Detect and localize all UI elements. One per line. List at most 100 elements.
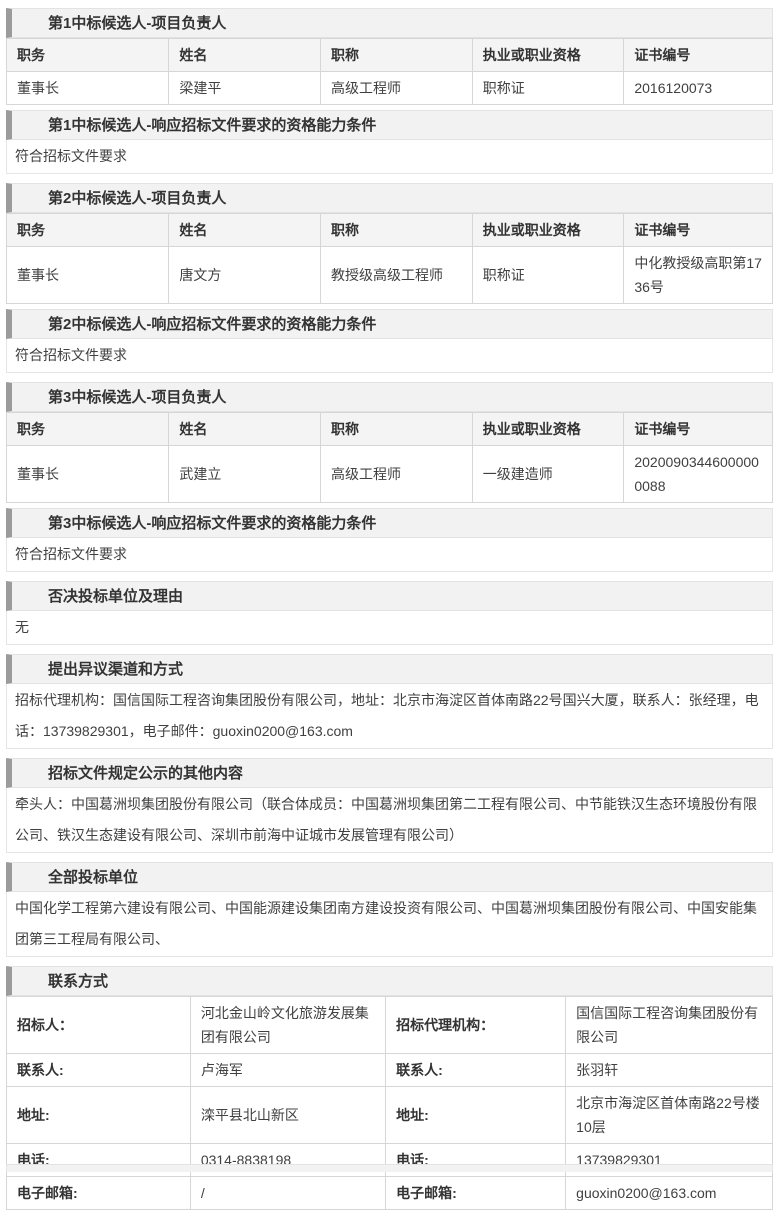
section-title: 否决投标单位及理由	[48, 588, 183, 605]
section-content: 符合招标文件要求	[6, 339, 773, 373]
contact-value-email-2: guoxin0200@163.com	[566, 1177, 773, 1210]
cell-title: 高级工程师	[321, 72, 473, 105]
section-title: 全部投标单位	[48, 869, 138, 886]
candidate-2-table: 职务 姓名 职称 执业或职业资格 证书编号 董事长 唐文方 教授级高级工程师 职…	[6, 213, 773, 304]
candidate-3-table: 职务 姓名 职称 执业或职业资格 证书编号 董事长 武建立 高级工程师 一级建造…	[6, 412, 773, 503]
table-row: 电子邮箱: / 电子邮箱: guoxin0200@163.com	[7, 1177, 773, 1210]
section-title-bar: 第2中标候选人-项目负责人	[6, 183, 773, 213]
section-title-bar: 否决投标单位及理由	[6, 581, 773, 611]
candidate-2-section: 第2中标候选人-项目负责人 职务 姓名 职称 执业或职业资格 证书编号 董事长 …	[6, 183, 773, 304]
col-header-qualification: 执业或职业资格	[472, 413, 624, 446]
table-row: 董事长 唐文方 教授级高级工程师 职称证 中化教授级高职第1736号	[7, 247, 773, 304]
announcement-page: 第1中标候选人-项目负责人 职务 姓名 职称 执业或职业资格 证书编号 董事长 …	[0, 0, 779, 1210]
contact-label-address-2: 地址:	[386, 1087, 566, 1144]
section-title-bar: 第3中标候选人-响应招标文件要求的资格能力条件	[6, 508, 773, 538]
section-title-bar: 提出异议渠道和方式	[6, 654, 773, 684]
contact-value-tenderer: 河北金山岭文化旅游发展集团有限公司	[190, 997, 385, 1054]
section-content: 牵头人：中国葛洲坝集团股份有限公司（联合体成员：中国葛洲坝集团第二工程有限公司、…	[6, 788, 773, 853]
col-header-title: 职称	[321, 214, 473, 247]
col-header-name: 姓名	[169, 214, 321, 247]
table-header-row: 职务 姓名 职称 执业或职业资格 证书编号	[7, 39, 773, 72]
cell-position: 董事长	[7, 446, 169, 503]
cell-title: 教授级高级工程师	[321, 247, 473, 304]
contact-value-agency: 国信国际工程咨询集团股份有限公司	[566, 997, 773, 1054]
rejected-bidders-section: 否决投标单位及理由 无	[6, 581, 773, 645]
table-row: 董事长 梁建平 高级工程师 职称证 2016120073	[7, 72, 773, 105]
section-title: 第1中标候选人-响应招标文件要求的资格能力条件	[48, 117, 376, 134]
cell-name: 唐文方	[169, 247, 321, 304]
section-title: 第1中标候选人-项目负责人	[48, 15, 226, 32]
contact-label-email-2: 电子邮箱:	[386, 1177, 566, 1210]
contact-label-person-1: 联系人:	[7, 1054, 191, 1087]
table-row: 招标人： 河北金山岭文化旅游发展集团有限公司 招标代理机构： 国信国际工程咨询集…	[7, 997, 773, 1054]
table-header-row: 职务 姓名 职称 执业或职业资格 证书编号	[7, 214, 773, 247]
all-bidders-section: 全部投标单位 中国化学工程第六建设有限公司、中国能源建设集团南方建设投资有限公司…	[6, 862, 773, 957]
section-title: 第3中标候选人-响应招标文件要求的资格能力条件	[48, 515, 376, 532]
contact-value-person-2: 张羽轩	[566, 1054, 773, 1087]
objection-channel-section: 提出异议渠道和方式 招标代理机构：国信国际工程咨询集团股份有限公司，地址：北京市…	[6, 654, 773, 749]
contact-label-tenderer: 招标人：	[7, 997, 191, 1054]
col-header-title: 职称	[321, 39, 473, 72]
section-title-bar: 第1中标候选人-响应招标文件要求的资格能力条件	[6, 110, 773, 140]
section-title: 联系方式	[48, 973, 108, 990]
col-header-qualification: 执业或职业资格	[472, 39, 624, 72]
section-title: 招标文件规定公示的其他内容	[48, 765, 243, 782]
contact-value-person-1: 卢海军	[190, 1054, 385, 1087]
cell-qualification: 一级建造师	[472, 446, 624, 503]
col-header-cert-no: 证书编号	[624, 214, 773, 247]
section-content: 无	[6, 611, 773, 645]
candidate-3-qual-section: 第3中标候选人-响应招标文件要求的资格能力条件 符合招标文件要求	[6, 508, 773, 572]
cell-name: 梁建平	[169, 72, 321, 105]
candidate-3-section: 第3中标候选人-项目负责人 职务 姓名 职称 执业或职业资格 证书编号 董事长 …	[6, 382, 773, 503]
col-header-position: 职务	[7, 39, 169, 72]
section-title-bar: 第3中标候选人-项目负责人	[6, 382, 773, 412]
col-header-position: 职务	[7, 214, 169, 247]
section-content: 符合招标文件要求	[6, 140, 773, 174]
section-content: 符合招标文件要求	[6, 538, 773, 572]
section-title-bar: 全部投标单位	[6, 862, 773, 892]
section-title-bar: 联系方式	[6, 966, 773, 996]
next-section-bar-cutoff	[6, 1164, 773, 1172]
section-title-bar: 第2中标候选人-响应招标文件要求的资格能力条件	[6, 309, 773, 339]
candidate-2-qual-section: 第2中标候选人-响应招标文件要求的资格能力条件 符合招标文件要求	[6, 309, 773, 373]
candidate-1-qual-section: 第1中标候选人-响应招标文件要求的资格能力条件 符合招标文件要求	[6, 110, 773, 174]
col-header-position: 职务	[7, 413, 169, 446]
cell-position: 董事长	[7, 72, 169, 105]
cell-qualification: 职称证	[472, 72, 624, 105]
col-header-title: 职称	[321, 413, 473, 446]
table-row: 董事长 武建立 高级工程师 一级建造师 20200903446000000088	[7, 446, 773, 503]
section-title: 提出异议渠道和方式	[48, 661, 183, 678]
section-content: 中国化学工程第六建设有限公司、中国能源建设集团南方建设投资有限公司、中国葛洲坝集…	[6, 892, 773, 957]
cell-title: 高级工程师	[321, 446, 473, 503]
section-title: 第3中标候选人-项目负责人	[48, 389, 226, 406]
contact-table: 招标人： 河北金山岭文化旅游发展集团有限公司 招标代理机构： 国信国际工程咨询集…	[6, 996, 773, 1210]
candidate-1-table: 职务 姓名 职称 执业或职业资格 证书编号 董事长 梁建平 高级工程师 职称证 …	[6, 38, 773, 105]
other-content-section: 招标文件规定公示的其他内容 牵头人：中国葛洲坝集团股份有限公司（联合体成员：中国…	[6, 758, 773, 853]
cell-position: 董事长	[7, 247, 169, 304]
section-title-bar: 第1中标候选人-项目负责人	[6, 8, 773, 38]
contact-value-address-2: 北京市海淀区首体南路22号楼10层	[566, 1087, 773, 1144]
table-row: 地址: 滦平县北山新区 地址: 北京市海淀区首体南路22号楼10层	[7, 1087, 773, 1144]
candidate-1-section: 第1中标候选人-项目负责人 职务 姓名 职称 执业或职业资格 证书编号 董事长 …	[6, 8, 773, 105]
section-content: 招标代理机构：国信国际工程咨询集团股份有限公司，地址：北京市海淀区首体南路22号…	[6, 684, 773, 749]
contact-label-address-1: 地址:	[7, 1087, 191, 1144]
cell-cert-no: 中化教授级高职第1736号	[624, 247, 773, 304]
contact-label-person-2: 联系人:	[386, 1054, 566, 1087]
contact-value-address-1: 滦平县北山新区	[190, 1087, 385, 1144]
contact-label-agency: 招标代理机构：	[386, 997, 566, 1054]
cell-cert-no: 20200903446000000088	[624, 446, 773, 503]
col-header-name: 姓名	[169, 413, 321, 446]
contact-label-email-1: 电子邮箱:	[7, 1177, 191, 1210]
section-title: 第2中标候选人-项目负责人	[48, 190, 226, 207]
contact-section: 联系方式 招标人： 河北金山岭文化旅游发展集团有限公司 招标代理机构： 国信国际…	[6, 966, 773, 1210]
col-header-cert-no: 证书编号	[624, 413, 773, 446]
cell-cert-no: 2016120073	[624, 72, 773, 105]
col-header-qualification: 执业或职业资格	[472, 214, 624, 247]
cell-qualification: 职称证	[472, 247, 624, 304]
table-header-row: 职务 姓名 职称 执业或职业资格 证书编号	[7, 413, 773, 446]
section-title-bar: 招标文件规定公示的其他内容	[6, 758, 773, 788]
contact-value-email-1: /	[190, 1177, 385, 1210]
col-header-name: 姓名	[169, 39, 321, 72]
cell-name: 武建立	[169, 446, 321, 503]
section-title: 第2中标候选人-响应招标文件要求的资格能力条件	[48, 316, 376, 333]
